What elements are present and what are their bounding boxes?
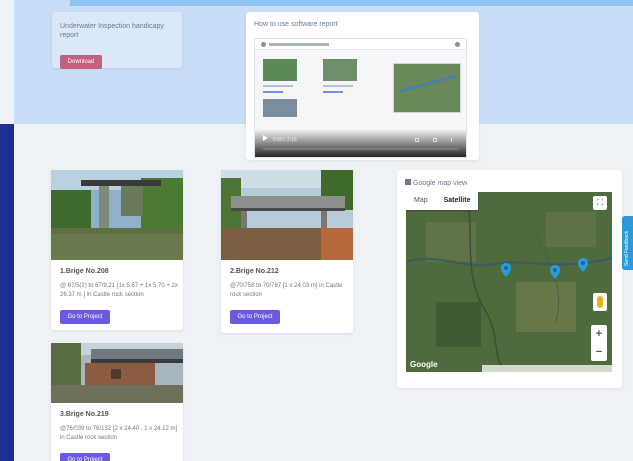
map-attribution: [482, 365, 612, 372]
map-view[interactable]: Map Satellite ⛶ + − Google: [406, 192, 612, 372]
map-type-control: Map Satellite: [406, 192, 479, 210]
zoom-in-button[interactable]: +: [591, 325, 607, 343]
video-controls: [255, 129, 466, 157]
video-text-line: [323, 85, 353, 87]
bridge-photo: [221, 170, 353, 260]
satellite-terrain: [406, 192, 612, 372]
bridge-name: 1.Brige No.208: [60, 268, 109, 275]
video-inner-topbar: [255, 39, 466, 50]
google-logo: Google: [410, 360, 438, 369]
map-fullscreen-button[interactable]: ⛶: [593, 196, 607, 210]
bridge-card: 2.Brige No.212 @70/758 to 70/787 [1 x 24…: [221, 170, 353, 333]
map-icon: [405, 179, 411, 185]
google-map-card: Google map view Map Satellite ⛶ + − Goog…: [397, 170, 622, 388]
video-title: How to use software report: [254, 21, 338, 28]
fullscreen-icon[interactable]: [433, 138, 437, 142]
video-text-line: [263, 85, 293, 87]
play-icon[interactable]: [263, 135, 268, 141]
bridge-name: 3.Brige No.219: [60, 411, 109, 418]
go-to-project-button[interactable]: Go to Project: [230, 310, 280, 324]
video-time: 0:00 / 3:16: [273, 137, 297, 143]
info-icon: [455, 42, 460, 47]
bridge-image: [51, 170, 183, 260]
river-line: [399, 74, 457, 93]
video-inner-title-bar: [269, 43, 329, 46]
bridge-photo: [51, 170, 183, 260]
video-card: How to use software report 0:00 / 3:16: [246, 12, 479, 160]
zoom-out-button[interactable]: −: [591, 343, 607, 361]
send-feedback-tab[interactable]: Send Feedback: [622, 216, 633, 270]
video-logo-icon: [261, 42, 266, 47]
zoom-control: + −: [591, 325, 607, 361]
bridge-detail: @70/758 to 70/787 [1 x 24.03 m] in Castl…: [230, 283, 343, 298]
map-marker-icon[interactable]: [550, 265, 560, 279]
top-strip: [70, 0, 633, 6]
video-thumbnail: [263, 99, 297, 117]
video-map-preview: [393, 63, 461, 113]
feedback-label: Send Feedback: [624, 230, 630, 266]
go-to-project-button[interactable]: Go to Project: [60, 310, 110, 324]
map-tab[interactable]: Map: [406, 192, 436, 210]
video-thumbnail: [263, 59, 297, 81]
more-options-icon[interactable]: [451, 138, 455, 142]
volume-icon[interactable]: [415, 138, 419, 142]
bridge-image: [51, 343, 183, 403]
video-text-line: [323, 91, 343, 93]
map-marker-icon[interactable]: [501, 263, 511, 277]
map-marker-icon[interactable]: [578, 258, 588, 272]
bridge-card: 3.Brige No.219 @76/039 to 76/132 [2 x 24…: [51, 343, 183, 461]
video-progress-bar[interactable]: [263, 148, 459, 150]
bridge-card: 1.Brige No.208 @ 67/5(2) to 67/9.21 [1x …: [51, 170, 183, 330]
video-thumbnail: [323, 59, 357, 81]
map-title-text: Google map view: [413, 180, 468, 187]
bridge-name: 2.Brige No.212: [230, 268, 279, 275]
go-to-project-button[interactable]: Go to Project: [60, 453, 110, 461]
video-text-line: [263, 91, 283, 93]
satellite-tab[interactable]: Satellite: [436, 192, 479, 210]
map-title: Google map view: [405, 179, 467, 187]
bridge-image: [221, 170, 353, 260]
bridge-detail: @ 67/5(2) to 67/9.21 [1x 5.67 + 1x 5.70 …: [60, 283, 178, 298]
pegman-street-view-control[interactable]: [593, 293, 607, 311]
pegman-icon: [597, 296, 603, 308]
report-download-card: Underwater Inspection handicapy report D…: [52, 12, 182, 69]
left-sidebar: [0, 124, 14, 461]
bridge-photo: [51, 343, 183, 403]
report-title: Underwater Inspection handicapy report: [60, 23, 164, 39]
video-player[interactable]: 0:00 / 3:16: [254, 38, 467, 158]
download-button[interactable]: Download: [60, 55, 102, 69]
bridge-detail: @76/039 to 76/132 [2 x 24.40 , 1 x 24.12…: [60, 426, 178, 441]
